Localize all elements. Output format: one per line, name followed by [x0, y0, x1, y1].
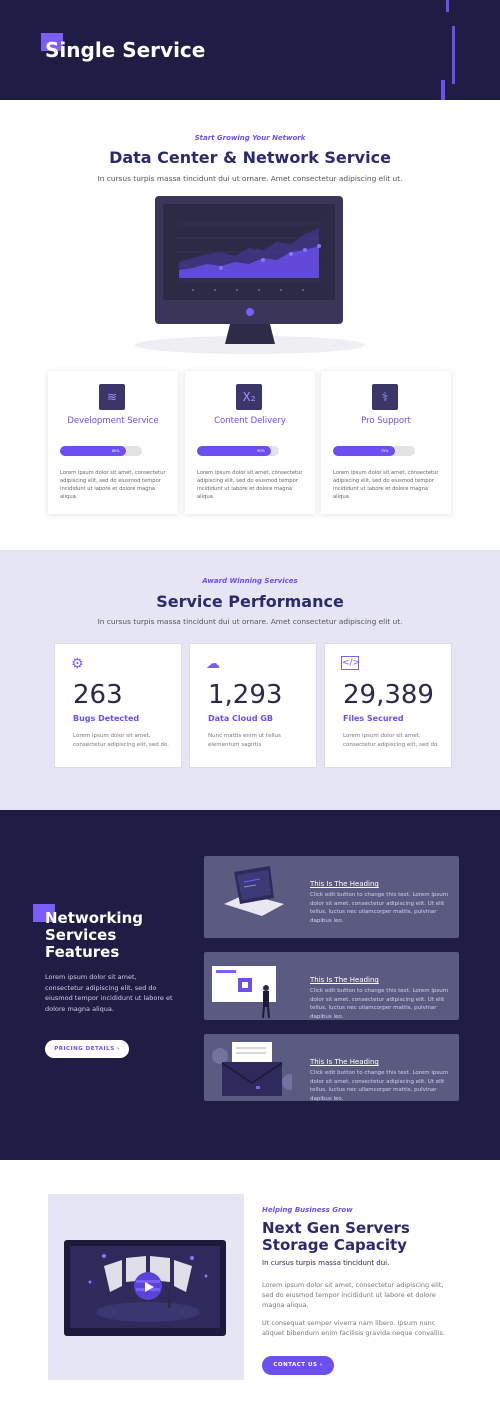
screen-chart-illustration [177, 223, 323, 291]
server-screen-illustration [64, 1240, 226, 1336]
stat-card: </> 29,389 Files Secured Lorem ipsum dol… [324, 643, 452, 768]
feature-card: This Is The Heading Click edit button to… [204, 856, 459, 938]
network-kicker: Start Growing Your Network [194, 134, 306, 142]
feature-text: Click edit button to change this text. L… [310, 988, 449, 1020]
servers-title: Next Gen Servers Storage Capacity [262, 1219, 410, 1254]
feature-card: This Is The Heading Click edit button to… [204, 952, 459, 1020]
pricing-details-label: PRICING DETAILS [54, 1046, 115, 1052]
stat-number: 1,293 [208, 680, 283, 710]
monitor-screen [163, 204, 335, 300]
stat-number: 263 [73, 680, 123, 710]
stack-icon: ≋ [99, 384, 125, 410]
progress-fill: 90% [197, 446, 271, 456]
stat-label: Bugs Detected [73, 714, 140, 723]
feature-heading[interactable]: This Is The Heading [310, 1058, 379, 1066]
performance-title: Service Performance [156, 592, 344, 611]
features-body: Lorem ipsum dolor sit amet, consectetur … [45, 973, 173, 1013]
service-card-desc: Lorem ipsum dolor sit amet, consectetur … [60, 470, 166, 500]
service-card: X₂ Content Delivery 90% Lorem ipsum dolo… [185, 371, 315, 514]
performance-subtitle: In cursus turpis massa tincidunt dui ut … [97, 617, 403, 626]
stat-label: Data Cloud GB [208, 714, 274, 723]
stat-card: ⚙ 263 Bugs Detected Lorem ipsum dolor si… [54, 643, 182, 768]
service-card-desc: Lorem ipsum dolor sit amet, consectetur … [333, 470, 439, 500]
chevron-right-icon: › [319, 1362, 323, 1368]
mail-illustration [212, 1042, 292, 1096]
hero-accent-bar [441, 80, 445, 100]
feature-text: Click edit button to change this text. L… [310, 1070, 449, 1102]
bug-tools-icon: ⚙ [71, 656, 84, 672]
pricing-details-button[interactable]: PRICING DETAILS › [45, 1040, 129, 1058]
contact-us-button[interactable]: CONTACT US › [262, 1356, 334, 1375]
service-card: ⚕ Pro Support 75% Lorem ipsum dolor sit … [321, 371, 451, 514]
progress-bar: 90% [197, 446, 279, 456]
servers-paragraph: Ut consequat semper viverra nam libero. … [262, 1319, 445, 1337]
service-card-title: Content Delivery [214, 416, 286, 426]
stat-desc: Lorem ipsum dolor sit amet, consectetur … [73, 733, 169, 748]
subscript-icon: X₂ [236, 384, 262, 410]
stat-desc: Nunc mattis enim ut tellus elementum sag… [208, 733, 281, 748]
feature-heading[interactable]: This Is The Heading [310, 880, 379, 888]
service-card-desc: Lorem ipsum dolor sit amet, consectetur … [197, 470, 303, 500]
page-title: Single Service [45, 38, 206, 62]
laptop-illustration [224, 866, 284, 916]
monitor-power-dot [246, 308, 254, 316]
progress-bar: 80% [60, 446, 142, 456]
cloud-network-icon: ☁ [206, 656, 220, 672]
servers-paragraph: Lorem ipsum dolor sit amet, consectetur … [262, 1281, 444, 1309]
hero-accent-bar [446, 0, 449, 12]
stat-card: ☁ 1,293 Data Cloud GB Nunc mattis enim u… [189, 643, 317, 768]
stat-number: 29,389 [343, 680, 434, 710]
server-screen-inner [70, 1246, 220, 1328]
network-subtitle: In cursus turpis massa tincidunt dui ut … [97, 174, 403, 183]
servers-kicker: Helping Business Grow [262, 1206, 353, 1214]
chevron-right-icon: › [116, 1046, 120, 1052]
progress-fill: 80% [60, 446, 126, 456]
code-window-icon: </> [341, 656, 361, 670]
stethoscope-icon: ⚕ [372, 384, 398, 410]
contact-us-label: CONTACT US [273, 1362, 318, 1368]
stat-label: Files Secured [343, 714, 404, 723]
hero-accent-bar [452, 26, 455, 84]
servers-subtitle: In cursus turpis massa tincidunt dui. [262, 1259, 390, 1267]
feature-text: Click edit button to change this text. L… [310, 892, 449, 924]
network-title: Data Center & Network Service [109, 148, 391, 167]
service-card-title: Development Service [67, 416, 159, 426]
progress-fill: 75% [333, 446, 395, 456]
monitor-illustration [155, 196, 343, 324]
service-card: ≋ Development Service 80% Lorem ipsum do… [48, 371, 178, 514]
performance-kicker: Award Winning Services [202, 577, 298, 585]
service-card-title: Pro Support [361, 416, 411, 426]
hero-banner: Single Service [0, 0, 500, 100]
monitor-stand [225, 324, 275, 344]
progress-bar: 75% [333, 446, 415, 456]
feature-heading[interactable]: This Is The Heading [310, 976, 379, 984]
features-title: Networking Services Features [45, 909, 143, 961]
feature-card: This Is The Heading Click edit button to… [204, 1034, 459, 1102]
server-storage-illustration [88, 1254, 208, 1322]
security-illustration [212, 966, 276, 1019]
stat-desc: Lorem ipsum dolor sit amet, consectetur … [343, 733, 439, 748]
